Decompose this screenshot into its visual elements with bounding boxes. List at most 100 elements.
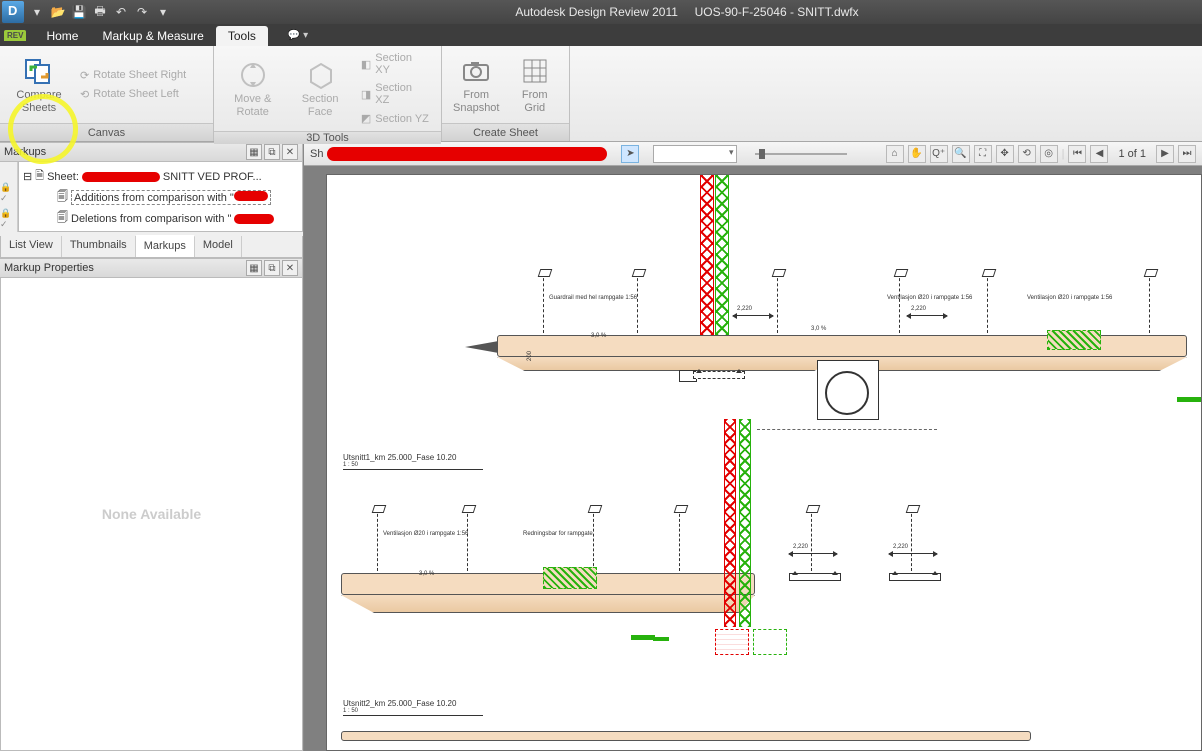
subtab-model[interactable]: Model: [195, 236, 242, 257]
orbit-icon[interactable]: ✥: [996, 145, 1014, 163]
compare-sheets-icon: [23, 55, 55, 87]
section-scale: 1 : 50: [343, 708, 483, 714]
lock-gutter: 🔒 ✓ 🔒 ✓: [0, 162, 18, 232]
redacted-text: [234, 214, 274, 224]
pole: [467, 509, 468, 571]
panel-close-icon[interactable]: ✕: [282, 144, 298, 160]
section-xy-icon: ◧: [361, 58, 371, 71]
hatch-box-green: [543, 567, 597, 589]
app-icon[interactable]: [2, 1, 24, 23]
qat-dropdown-icon[interactable]: ▾: [28, 3, 46, 21]
file-name: UOS-90-F-25046 - SNITT.dwfx: [695, 5, 859, 19]
tree-additions-node[interactable]: 🗐 Additions from comparison with ": [23, 187, 298, 208]
markups-panel-title: Markups: [4, 146, 46, 158]
dim-line: [907, 315, 947, 322]
drawing-viewport[interactable]: 2,220 2,220 3,0 % 3,0 % Guardrail med he…: [304, 166, 1202, 751]
left-panel-column: Markups ▦ ⧉ ✕ 🔒 ✓ 🔒 ✓ ⊟ 🗎 Sheet: SNITT V…: [0, 142, 304, 751]
slope-label: 3,0 %: [811, 326, 826, 332]
zoom-extents-icon[interactable]: ⛶: [974, 145, 992, 163]
window-title: Autodesk Design Review 2011 UOS-90-F-250…: [172, 5, 1202, 19]
dim-label: 2,220: [893, 544, 908, 550]
print-icon[interactable]: 🖶: [91, 3, 109, 21]
section-xy-button: ◧Section XY: [357, 50, 433, 78]
deck-underside-lower: [341, 595, 755, 613]
rotate-sheet-left-button[interactable]: ⟲Rotate Sheet Left: [76, 86, 190, 103]
sheet-icon: 🗎: [35, 167, 44, 186]
section-yz-icon: ◩: [361, 112, 371, 125]
page-indicator: 1 of 1: [1112, 148, 1152, 160]
section-title-2: Utsnitt2_km 25.000_Fase 10.20 1 : 50: [343, 699, 483, 716]
steering-wheel-icon[interactable]: ◎: [1040, 145, 1058, 163]
dim-label: 2,220: [737, 306, 752, 312]
mast-red-lower: [724, 419, 736, 627]
clearance-label: 200: [527, 351, 533, 361]
panel-pin-icon[interactable]: ⧉: [264, 260, 280, 276]
annotation-redaction-scribble: [327, 147, 607, 161]
pole: [593, 509, 594, 571]
qat-more-icon[interactable]: ▾: [154, 3, 172, 21]
note-label: Guardrail med hel rampgate 1:56: [549, 295, 637, 301]
collapse-icon[interactable]: ⊟: [23, 170, 32, 183]
panel-close-icon[interactable]: ✕: [282, 260, 298, 276]
sheet-label-prefix: Sheet:: [47, 171, 79, 183]
deletions-label: Deletions from comparison with ": [71, 213, 231, 225]
rotate-sheet-right-button[interactable]: ⟳Rotate Sheet Right: [76, 67, 190, 84]
section-title-1: Utsnitt1_km 25.000_Fase 10.20 1 : 50: [343, 453, 483, 470]
undo-icon[interactable]: ↶: [112, 3, 130, 21]
subtab-markups[interactable]: Markups: [136, 235, 195, 257]
sheet-selector-prefix: Sh: [310, 148, 323, 160]
tab-markup-measure[interactable]: Markup & Measure: [90, 26, 215, 46]
ribbon-group-create-sheet: From Snapshot From Grid Create Sheet: [442, 46, 570, 141]
pole: [637, 273, 638, 333]
last-page-icon[interactable]: ⏭: [1178, 145, 1196, 163]
lock-icon[interactable]: 🔒 ✓: [0, 208, 17, 230]
slope-label: 3,0 %: [591, 333, 606, 339]
redo-icon[interactable]: ↷: [133, 3, 151, 21]
select-tool-button[interactable]: ➤: [621, 145, 639, 163]
prev-page-icon[interactable]: ◀: [1090, 145, 1108, 163]
section-face-label1: Section: [302, 93, 339, 106]
rotate-left-icon: ⟲: [80, 88, 89, 101]
zoom-slider[interactable]: [751, 145, 851, 163]
help-icon[interactable]: 💬 ▾: [288, 30, 308, 41]
tab-home[interactable]: Home: [34, 26, 90, 46]
camera-icon: [460, 55, 492, 87]
section-face-icon: [304, 59, 336, 91]
first-page-icon[interactable]: ⏮: [1068, 145, 1086, 163]
hatch-box-green: [1047, 330, 1101, 350]
panel-options-icon[interactable]: ▦: [246, 144, 262, 160]
tab-tools[interactable]: Tools: [216, 26, 268, 46]
move-rotate-icon: [237, 59, 269, 91]
subtab-list-view[interactable]: List View: [1, 236, 62, 257]
markup-properties-header: Markup Properties ▦ ⧉ ✕: [0, 258, 303, 278]
orbit-free-icon[interactable]: ⟲: [1018, 145, 1036, 163]
panel-options-icon[interactable]: ▦: [246, 260, 262, 276]
green-revision-mark: [631, 635, 655, 640]
save-icon[interactable]: 💾: [70, 3, 88, 21]
compare-sheets-label2: Sheets: [22, 102, 56, 115]
markup-properties-title: Markup Properties: [4, 262, 94, 274]
markups-tree[interactable]: ⊟ 🗎 Sheet: SNITT VED PROF... 🗐 Additions…: [18, 162, 303, 232]
tree-deletions-node[interactable]: 🗐 Deletions from comparison with ": [23, 208, 298, 229]
pan-icon[interactable]: ✋: [908, 145, 926, 163]
zoom-in-icon[interactable]: Q⁺: [930, 145, 948, 163]
subtab-thumbnails[interactable]: Thumbnails: [62, 236, 136, 257]
next-page-icon[interactable]: ▶: [1156, 145, 1174, 163]
section-yz-label: Section YZ: [375, 113, 429, 125]
home-view-icon[interactable]: ⌂: [886, 145, 904, 163]
from-grid-button[interactable]: From Grid: [509, 54, 562, 116]
canvas-area: Sh ➤ ⌂ ✋ Q⁺ 🔍 ⛶ ✥ ⟲ ◎ | ⏮ ◀ 1 of 1 ▶ ⏭: [304, 142, 1202, 751]
green-revision-mark: [653, 637, 669, 641]
panel-pin-icon[interactable]: ⧉: [264, 144, 280, 160]
compare-sheets-button[interactable]: Compare Sheets: [8, 54, 70, 116]
zoom-window-icon[interactable]: 🔍: [952, 145, 970, 163]
dim-line: [733, 315, 773, 322]
group-label-3d-tools: 3D Tools: [214, 131, 441, 144]
culvert-pipe: [825, 371, 869, 415]
tree-sheet-node[interactable]: ⊟ 🗎 Sheet: SNITT VED PROF...: [23, 166, 298, 187]
open-icon[interactable]: 📂: [49, 3, 67, 21]
dim-label: 2,220: [911, 306, 926, 312]
lock-icon[interactable]: 🔒 ✓: [0, 182, 17, 204]
view-combo[interactable]: [653, 145, 737, 163]
from-snapshot-button[interactable]: From Snapshot: [450, 54, 503, 116]
